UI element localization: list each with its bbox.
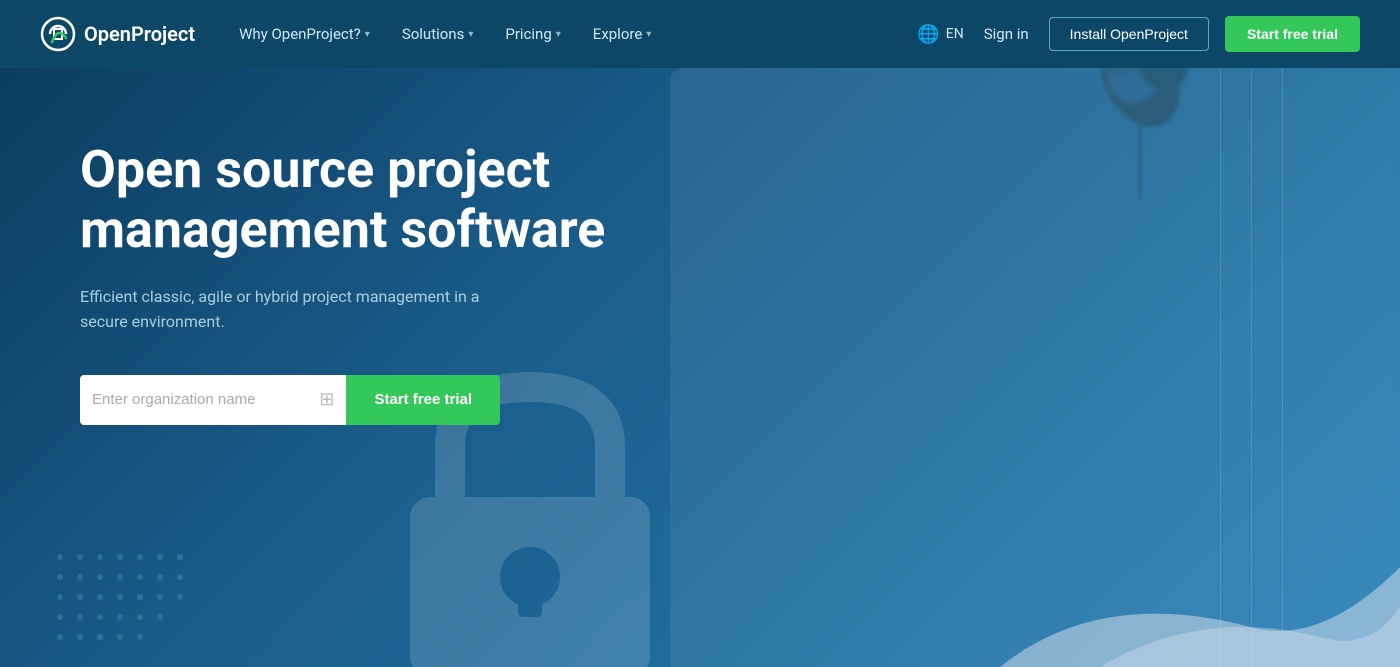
chevron-down-icon: ▾ <box>365 29 370 40</box>
org-input-wrapper: ⊞ <box>80 375 346 425</box>
language-selector[interactable]: 🌐 EN <box>917 24 963 45</box>
hero-subtitle: Efficient classic, agile or hybrid proje… <box>80 284 500 335</box>
input-domain-icon: ⊞ <box>319 389 334 410</box>
chevron-down-icon: ▾ <box>646 29 651 40</box>
nav-right-actions: 🌐 EN Sign in Install OpenProject Start f… <box>917 16 1360 52</box>
nav-links: Why OpenProject? ▾ Solutions ▾ Pricing ▾… <box>225 17 917 51</box>
hero-content: Open source project management software … <box>80 140 640 425</box>
chevron-down-icon: ▾ <box>556 29 561 40</box>
navbar: OpenProject Why OpenProject? ▾ Solutions… <box>0 0 1400 68</box>
logo-text: OpenProject <box>84 22 195 46</box>
install-button[interactable]: Install OpenProject <box>1049 17 1209 51</box>
dots-decoration <box>50 547 250 647</box>
hero-title: Open source project management software <box>80 140 640 260</box>
logo[interactable]: OpenProject <box>40 16 195 52</box>
nav-why-openproject[interactable]: Why OpenProject? ▾ <box>225 17 384 51</box>
org-name-input[interactable] <box>92 375 311 425</box>
nav-explore[interactable]: Explore ▾ <box>579 17 666 51</box>
logo-icon <box>40 16 76 52</box>
chevron-down-icon: ▾ <box>468 29 473 40</box>
nav-solutions[interactable]: Solutions ▾ <box>388 17 488 51</box>
sign-in-link[interactable]: Sign in <box>980 17 1033 51</box>
globe-icon: 🌐 <box>917 24 939 45</box>
nav-trial-button[interactable]: Start free trial <box>1225 16 1360 52</box>
nav-pricing[interactable]: Pricing ▾ <box>491 17 574 51</box>
hero-trial-button[interactable]: Start free trial <box>346 375 500 425</box>
white-curve-decoration <box>1000 487 1400 667</box>
cta-row: ⊞ Start free trial <box>80 375 500 425</box>
